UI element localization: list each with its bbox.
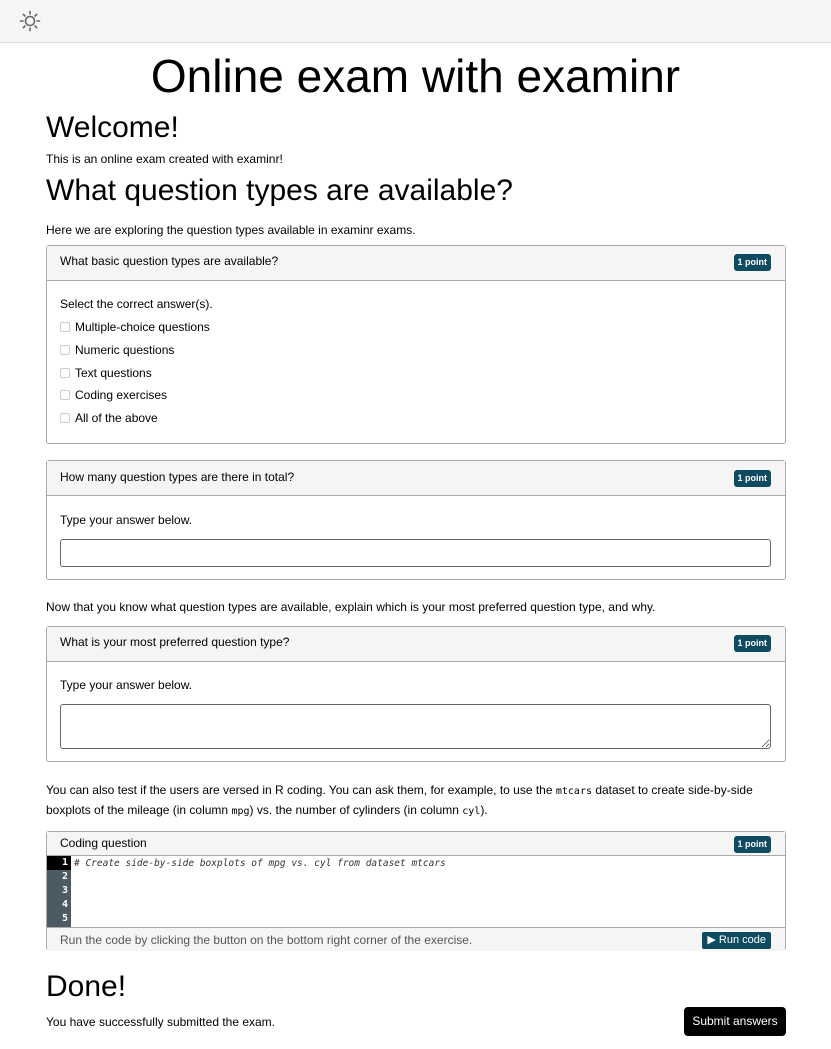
points-badge: 1 point (733, 836, 771, 853)
coding-footer-text: Run the code by clicking the button on t… (60, 933, 473, 947)
exam-content: Welcome! This is an online exam created … (46, 110, 786, 1030)
question-title: What is your most preferred question typ… (60, 635, 290, 649)
welcome-text: This is an online exam created with exam… (46, 152, 283, 166)
question-title: Coding question (60, 836, 147, 850)
inline-code: mpg (231, 806, 250, 817)
question-header: How many question types are there in tot… (47, 461, 785, 496)
text-fragment: You can also test if the users are verse… (46, 783, 556, 797)
checkbox[interactable] (60, 322, 70, 333)
sun-icon[interactable] (19, 10, 41, 32)
line-number-gutter: 1 2 3 4 5 (47, 856, 71, 927)
option-label: All of the above (75, 411, 158, 426)
answer-input[interactable] (60, 539, 771, 567)
preferred-intro: Now that you know what question types ar… (46, 600, 656, 614)
answer-textarea[interactable] (60, 704, 771, 749)
code-editor[interactable]: 1 2 3 4 5 # Create side-by-side boxplots… (47, 856, 785, 928)
text-fragment: dataset to create side-by-side (591, 783, 753, 797)
page-title: Online exam with examinr (150, 50, 681, 102)
coding-intro: You can also test if the users are verse… (46, 781, 786, 821)
question-title: How many question types are there in tot… (60, 470, 295, 484)
done-heading: Done! (46, 970, 127, 1003)
question-instruction: Type your answer below. (60, 513, 193, 527)
points-badge: 1 point (733, 635, 771, 652)
question-instruction: Type your answer below. (60, 678, 193, 692)
question-card-basic-types: What basic question types are available?… (46, 245, 786, 444)
play-icon: ▶ (707, 934, 716, 946)
checkbox[interactable] (60, 390, 70, 401)
line-number: 1 (47, 856, 71, 870)
line-number: 5 (61, 913, 68, 924)
line-number: 4 (61, 899, 68, 910)
done-text: You have successfully submitted the exam… (46, 1015, 276, 1029)
points-badge: 1 point (733, 254, 771, 271)
types-intro: Here we are exploring the question types… (46, 223, 416, 237)
line-number: 2 (61, 871, 68, 882)
option-label: Coding exercises (75, 388, 168, 403)
question-card-count: How many question types are there in tot… (46, 460, 786, 580)
checkbox[interactable] (60, 367, 70, 378)
option-coding[interactable]: Coding exercises (60, 384, 772, 407)
line-number: 3 (61, 885, 68, 896)
question-card-preferred: What is your most preferred question typ… (46, 626, 786, 762)
run-label: Run code (718, 934, 766, 946)
code-comment: # Create side-by-side boxplots of mpg vs… (74, 858, 446, 869)
inline-code: cyl (462, 806, 481, 817)
checkbox[interactable] (60, 345, 70, 356)
question-header: What is your most preferred question typ… (47, 627, 785, 662)
checkbox[interactable] (60, 413, 70, 424)
welcome-heading: Welcome! (46, 111, 179, 144)
text-fragment: ) vs. the number of cylinders (in column (249, 803, 463, 817)
option-label: Text questions (75, 365, 152, 380)
question-card-coding: Coding question 1 point 1 2 3 4 5 # Crea… (46, 831, 786, 951)
option-label: Numeric questions (75, 343, 175, 358)
option-all[interactable]: All of the above (60, 407, 772, 430)
question-title: What basic question types are available? (60, 254, 279, 268)
inline-code: mtcars (555, 786, 592, 797)
types-heading: What question types are available? (46, 174, 513, 207)
question-header: What basic question types are available?… (47, 246, 785, 281)
question-instruction: Select the correct answer(s). (60, 297, 213, 311)
points-badge: 1 point (733, 470, 771, 487)
option-label: Multiple-choice questions (75, 320, 210, 335)
top-bar (0, 0, 831, 43)
text-fragment: boxplots of the mileage (in column (46, 803, 232, 817)
submit-answers-button[interactable]: Submit answers (684, 1007, 786, 1036)
coding-footer: Run the code by clicking the button on t… (47, 928, 785, 951)
question-header: Coding question 1 point (47, 832, 785, 856)
run-code-button[interactable]: ▶ Run code (702, 932, 771, 949)
option-text[interactable]: Text questions (60, 361, 772, 384)
option-numeric[interactable]: Numeric questions (60, 339, 772, 362)
option-multiple-choice[interactable]: Multiple-choice questions (60, 316, 772, 339)
text-fragment: ). (480, 803, 488, 817)
